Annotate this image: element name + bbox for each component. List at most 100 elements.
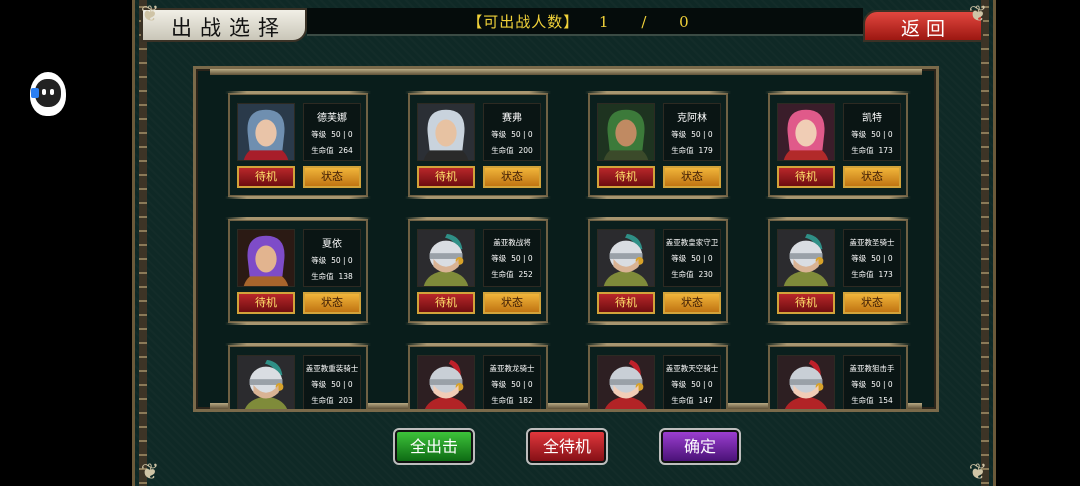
standby-button[interactable]: 待机 bbox=[417, 292, 475, 314]
character-level: 等级 50 | 0 bbox=[664, 129, 720, 140]
character-hp: 生命值 173 bbox=[844, 145, 900, 156]
character-info: 赛弗 等级 50 | 0 生命值 200 bbox=[483, 103, 541, 161]
standby-button[interactable]: 待机 bbox=[597, 166, 655, 188]
panel-top-rail bbox=[210, 69, 922, 75]
level-label: 等级 bbox=[491, 130, 507, 139]
character-name: 德芙娜 bbox=[317, 113, 347, 124]
character-level: 等级 50 | 0 bbox=[304, 255, 360, 266]
standby-button[interactable]: 待机 bbox=[417, 166, 475, 188]
character-level: 等级 50 | 0 bbox=[844, 129, 900, 140]
character-portrait[interactable] bbox=[237, 103, 295, 161]
hp-value: 173 bbox=[878, 270, 893, 279]
level-label: 等级 bbox=[671, 130, 687, 139]
character-name: 夏依 bbox=[322, 239, 342, 250]
character-card[interactable]: 凯特 等级 50 | 0 生命值 173 待机 状态 bbox=[765, 91, 911, 199]
standby-button[interactable]: 待机 bbox=[237, 166, 295, 188]
level-label: 等级 bbox=[311, 380, 327, 389]
character-name: 盖亚教战将 bbox=[493, 238, 531, 247]
hp-value: 173 bbox=[878, 146, 893, 155]
character-hp: 生命值 203 bbox=[304, 395, 360, 406]
character-portrait[interactable] bbox=[597, 355, 655, 409]
standby-button[interactable]: 待机 bbox=[777, 166, 835, 188]
status-button[interactable]: 状态 bbox=[663, 166, 721, 188]
status-button[interactable]: 状态 bbox=[483, 292, 541, 314]
character-card[interactable]: 克阿林 等级 50 | 0 生命值 179 待机 状态 bbox=[585, 91, 731, 199]
level-value: 50 | 0 bbox=[511, 380, 533, 389]
character-portrait[interactable] bbox=[597, 229, 655, 287]
deploy-count: 【可出战人数】 1 / 0 bbox=[307, 11, 863, 32]
character-card[interactable]: 盖亚教皇家守卫 等级 50 | 0 生命值 230 待机 状态 bbox=[585, 217, 731, 325]
right-border bbox=[981, 0, 989, 486]
hp-value: 147 bbox=[698, 396, 713, 405]
status-button[interactable]: 状态 bbox=[483, 166, 541, 188]
title-plate: 出战选择 bbox=[141, 8, 307, 42]
character-portrait[interactable] bbox=[417, 103, 475, 161]
character-level: 等级 50 | 0 bbox=[484, 379, 540, 390]
hp-value: 138 bbox=[338, 272, 353, 281]
hp-value: 264 bbox=[338, 146, 353, 155]
floating-assistant-button[interactable] bbox=[30, 72, 66, 116]
all-attack-button[interactable]: 全出击 bbox=[393, 428, 475, 465]
character-name: 克阿林 bbox=[677, 113, 707, 124]
level-value: 50 | 0 bbox=[871, 254, 893, 263]
character-name: 盖亚教重装骑士 bbox=[305, 364, 359, 373]
character-hp: 生命值 147 bbox=[664, 395, 720, 406]
character-name: 盖亚教龙骑士 bbox=[489, 364, 535, 373]
character-hp: 生命值 182 bbox=[484, 395, 540, 406]
character-portrait[interactable] bbox=[417, 355, 475, 409]
character-card[interactable]: 德芙娜 等级 50 | 0 生命值 264 待机 状态 bbox=[225, 91, 371, 199]
character-portrait[interactable] bbox=[237, 229, 295, 287]
character-portrait[interactable] bbox=[597, 103, 655, 161]
character-portrait[interactable] bbox=[417, 229, 475, 287]
character-hp: 生命值 230 bbox=[664, 269, 720, 280]
level-label: 等级 bbox=[491, 254, 507, 263]
status-button[interactable]: 状态 bbox=[303, 292, 361, 314]
status-button[interactable]: 状态 bbox=[843, 292, 901, 314]
level-label: 等级 bbox=[671, 380, 687, 389]
level-value: 50 | 0 bbox=[511, 254, 533, 263]
confirm-button[interactable]: 确定 bbox=[659, 428, 741, 465]
hp-label: 生命值 bbox=[671, 270, 694, 279]
status-button[interactable]: 状态 bbox=[663, 292, 721, 314]
hp-value: 203 bbox=[338, 396, 353, 405]
character-card[interactable]: 盖亚教龙骑士 等级 50 | 0 生命值 182 待机 状态 bbox=[405, 343, 551, 409]
character-card[interactable]: 盖亚教重装骑士 等级 50 | 0 生命值 203 待机 状态 bbox=[225, 343, 371, 409]
level-value: 50 | 0 bbox=[691, 254, 713, 263]
character-info: 盖亚教天空骑士 等级 50 | 0 生命值 147 bbox=[663, 355, 721, 409]
standby-button[interactable]: 待机 bbox=[237, 292, 295, 314]
level-label: 等级 bbox=[671, 254, 687, 263]
character-name: 赛弗 bbox=[502, 113, 522, 124]
status-button[interactable]: 状态 bbox=[303, 166, 361, 188]
character-portrait[interactable] bbox=[777, 355, 835, 409]
character-portrait[interactable] bbox=[237, 355, 295, 409]
character-name: 凯特 bbox=[862, 113, 882, 124]
all-standby-button[interactable]: 全待机 bbox=[526, 428, 608, 465]
character-list-panel[interactable]: 德芙娜 等级 50 | 0 生命值 264 待机 状态 赛弗 等级 50 | 0… bbox=[193, 66, 939, 412]
character-level: 等级 50 | 0 bbox=[844, 379, 900, 390]
character-card[interactable]: 盖亚教战将 等级 50 | 0 生命值 252 待机 状态 bbox=[405, 217, 551, 325]
character-level: 等级 50 | 0 bbox=[304, 129, 360, 140]
status-button[interactable]: 状态 bbox=[843, 166, 901, 188]
character-hp: 生命值 179 bbox=[664, 145, 720, 156]
hp-label: 生命值 bbox=[311, 272, 334, 281]
level-label: 等级 bbox=[491, 380, 507, 389]
level-value: 50 | 0 bbox=[511, 130, 533, 139]
character-card[interactable]: 盖亚教圣骑士 等级 50 | 0 生命值 173 待机 状态 bbox=[765, 217, 911, 325]
character-portrait[interactable] bbox=[777, 229, 835, 287]
hp-label: 生命值 bbox=[671, 146, 694, 155]
character-card[interactable]: 盖亚教天空骑士 等级 50 | 0 生命值 147 待机 状态 bbox=[585, 343, 731, 409]
character-hp: 生命值 264 bbox=[304, 145, 360, 156]
character-card[interactable]: 夏依 等级 50 | 0 生命值 138 待机 状态 bbox=[225, 217, 371, 325]
corner-ornament-icon: ❦ bbox=[140, 2, 160, 27]
deploy-count-value: 1 / 0 bbox=[599, 13, 703, 31]
level-value: 50 | 0 bbox=[331, 130, 353, 139]
hp-label: 生命值 bbox=[671, 396, 694, 405]
character-portrait[interactable] bbox=[777, 103, 835, 161]
character-card[interactable]: 赛弗 等级 50 | 0 生命值 200 待机 状态 bbox=[405, 91, 551, 199]
page-title: 出战选择 bbox=[171, 16, 287, 40]
standby-button[interactable]: 待机 bbox=[597, 292, 655, 314]
deploy-label: 【可出战人数】 bbox=[467, 13, 580, 31]
back-button-label: 返回 bbox=[901, 18, 952, 40]
standby-button[interactable]: 待机 bbox=[777, 292, 835, 314]
character-card[interactable]: 盖亚教狙击手 等级 50 | 0 生命值 154 待机 状态 bbox=[765, 343, 911, 409]
